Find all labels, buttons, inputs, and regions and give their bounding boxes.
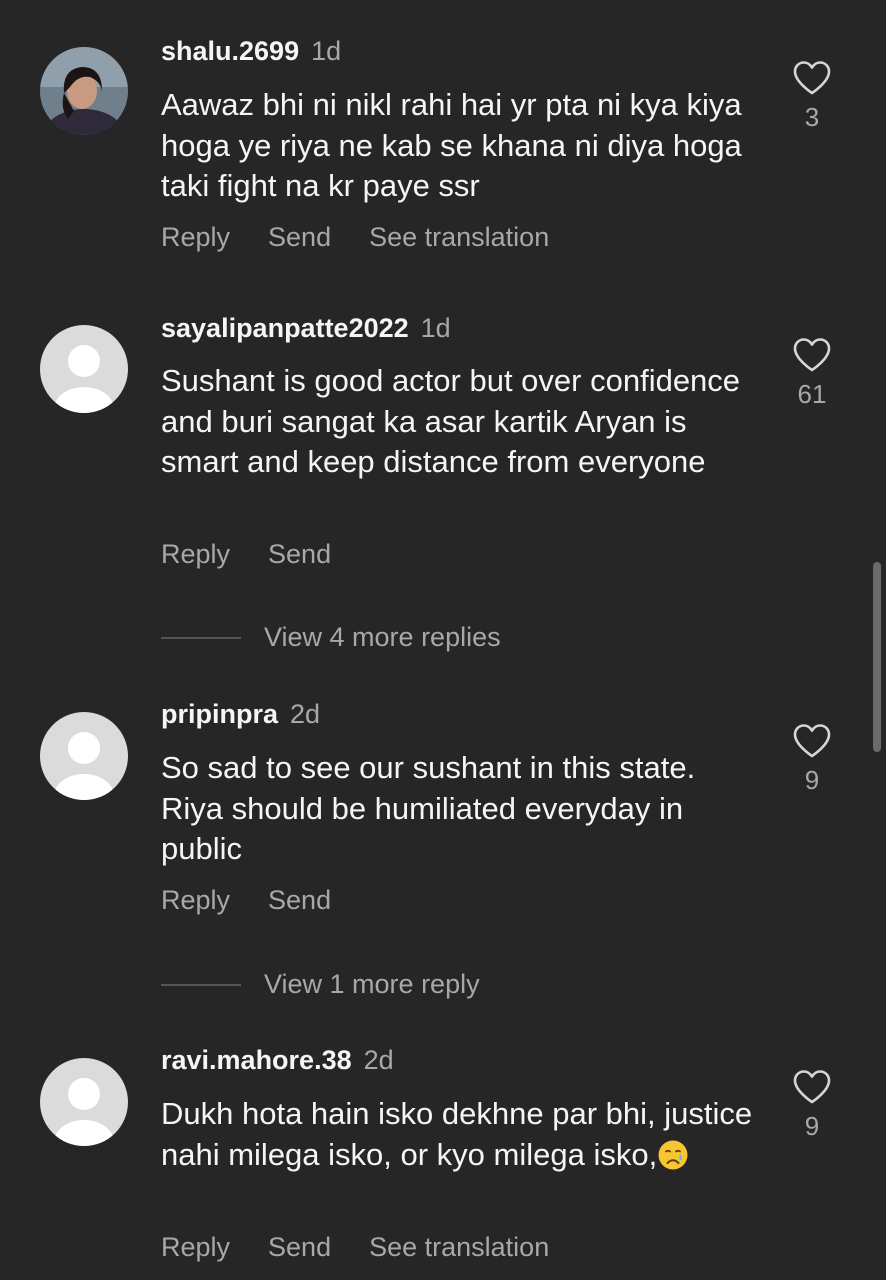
reply-button[interactable]: Reply [161,1232,230,1263]
username[interactable]: shalu.2699 [161,36,299,66]
comment-text: Dukh hota hain isko dekhne par bhi, just… [161,1094,761,1175]
comment-time: 2d [363,1045,394,1075]
comment-time: 1d [420,313,451,343]
username[interactable]: ravi.mahore.38 [161,1045,352,1075]
scrollbar-thumb[interactable] [873,562,881,752]
view-replies-row[interactable]: View 1 more reply [161,969,480,1000]
comment-actions: Reply Send See translation [161,1232,587,1263]
comment-actions: Reply Send See translation [161,222,587,253]
like-count: 9 [804,1111,820,1141]
comment-time: 2d [290,699,321,729]
like-control: 61 [790,337,834,410]
reply-button[interactable]: Reply [161,885,230,916]
like-control: 9 [790,723,834,796]
view-replies-button[interactable]: View 1 more reply [264,969,480,1000]
send-button[interactable]: Send [268,539,331,570]
send-button[interactable]: Send [268,885,331,916]
username[interactable]: sayalipanpatte2022 [161,313,409,343]
comment-header: ravi.mahore.38 2d [161,1045,394,1076]
like-count: 3 [804,102,820,132]
like-count: 9 [804,765,820,795]
crying-face-emoji-icon [658,1140,688,1169]
comment-actions: Reply Send [161,539,369,570]
heart-icon[interactable] [792,337,832,373]
heart-icon[interactable] [792,723,832,759]
reply-button[interactable]: Reply [161,222,230,253]
like-control: 9 [790,1069,834,1142]
see-translation-button[interactable]: See translation [369,1232,549,1263]
comment-time: 1d [311,36,342,66]
comment-text: Aawaz bhi ni nikl rahi hai yr pta ni kya… [161,87,742,203]
comment-text: So sad to see our sushant in this state.… [161,750,696,866]
reply-button[interactable]: Reply [161,539,230,570]
comments-screen: shalu.2699 1d Aawaz bhi ni nikl rahi hai … [0,0,886,1280]
comment-header: shalu.2699 1d [161,36,341,67]
heart-icon[interactable] [792,1069,832,1105]
avatar[interactable] [40,47,128,135]
view-replies-button[interactable]: View 4 more replies [264,622,501,653]
view-replies-row[interactable]: View 4 more replies [161,622,501,653]
avatar[interactable] [40,325,128,413]
see-translation-button[interactable]: See translation [369,222,549,253]
avatar[interactable] [40,1058,128,1146]
username[interactable]: pripinpra [161,699,278,729]
send-button[interactable]: Send [268,222,331,253]
send-button[interactable]: Send [268,1232,331,1263]
comment-actions: Reply Send [161,885,369,916]
heart-icon[interactable] [792,60,832,96]
replies-divider [161,983,241,986]
comment-header: pripinpra 2d [161,699,320,730]
replies-divider [161,636,241,639]
avatar[interactable] [40,712,128,800]
comment-header: sayalipanpatte2022 1d [161,313,451,344]
comment-text: Sushant is good actor but over confidenc… [161,363,741,479]
like-count: 61 [797,379,827,409]
like-control: 3 [790,60,834,133]
